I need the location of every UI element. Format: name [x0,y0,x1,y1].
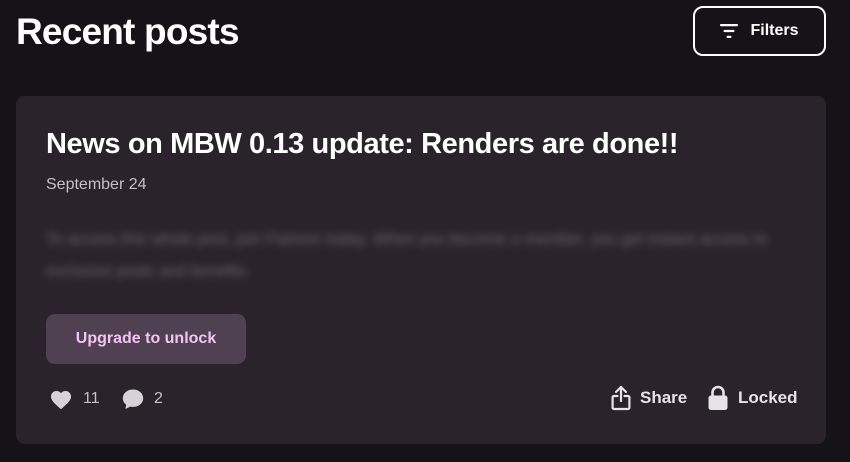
post-date: September 24 [46,176,147,193]
filter-icon [720,24,739,38]
locked-status: Locked [707,383,798,413]
post-teaser-blurred: To access this whole post, join Patreon … [46,231,767,280]
comments-count: 2 [154,390,163,407]
lock-icon [707,385,729,411]
comments-button[interactable]: 2 [121,385,163,413]
locked-label: Locked [738,388,798,407]
post-card: News on MBW 0.13 update: Renders are don… [16,96,826,444]
likes-count: 11 [83,390,100,407]
share-label: Share [640,388,688,407]
filters-button[interactable]: Filters [693,6,826,56]
page-title: Recent posts [16,11,240,52]
heart-icon [48,388,74,410]
share-button[interactable]: Share [610,383,687,413]
upgrade-to-unlock-button[interactable]: Upgrade to unlock [46,314,246,364]
like-button[interactable]: 11 [48,385,100,413]
filters-label: Filters [750,22,799,39]
post-title[interactable]: News on MBW 0.13 update: Renders are don… [46,125,679,163]
share-icon [610,385,632,411]
comment-icon [121,387,145,411]
